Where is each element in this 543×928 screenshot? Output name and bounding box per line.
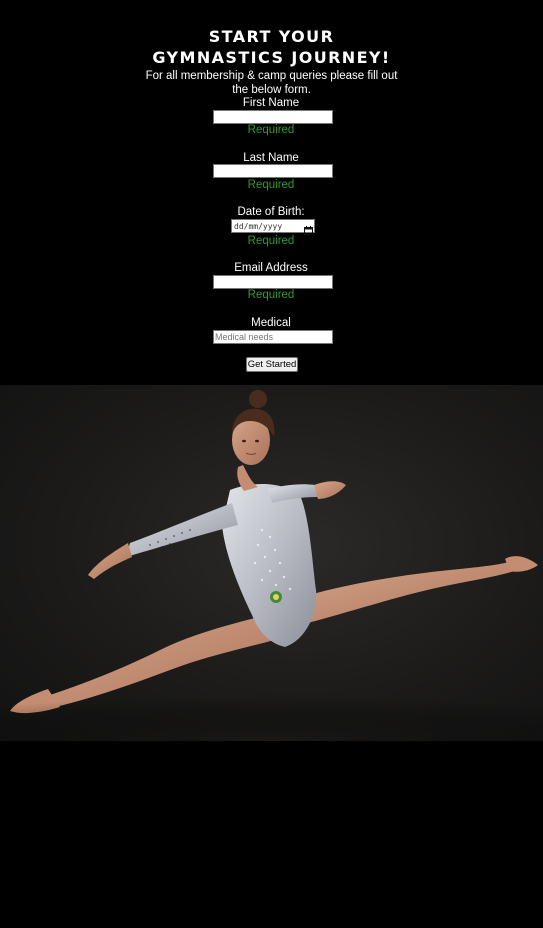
last-name-input[interactable] — [213, 164, 333, 178]
dob-input[interactable]: dd/mm/yyyy — [231, 219, 315, 235]
last-name-required: Required — [247, 179, 295, 191]
calendar-icon[interactable] — [304, 222, 313, 235]
email-label: Email Address — [234, 262, 308, 274]
form-intro: For all membership & camp queries please… — [145, 70, 398, 96]
medical-input[interactable] — [213, 330, 333, 344]
contact-form: START YOUR GYMNASTICS JOURNEY! For all m… — [0, 0, 543, 385]
dob-required: Required — [247, 235, 295, 247]
get-started-button[interactable]: Get Started — [246, 357, 298, 372]
first-name-required: Required — [247, 124, 295, 136]
email-input[interactable] — [213, 275, 333, 289]
email-required: Required — [247, 289, 295, 301]
hero-photo — [0, 385, 543, 741]
dob-label: Date of Birth: — [237, 206, 305, 218]
page: START YOUR GYMNASTICS JOURNEY! For all m… — [0, 0, 543, 928]
dob-placeholder: dd/mm/yyyy — [234, 221, 283, 231]
medical-label: Medical — [251, 317, 291, 329]
first-name-input[interactable] — [213, 110, 333, 124]
gymnast-illustration — [0, 390, 543, 741]
first-name-label: First Name — [242, 97, 300, 109]
form-title: START YOUR GYMNASTICS JOURNEY! — [152, 27, 391, 67]
